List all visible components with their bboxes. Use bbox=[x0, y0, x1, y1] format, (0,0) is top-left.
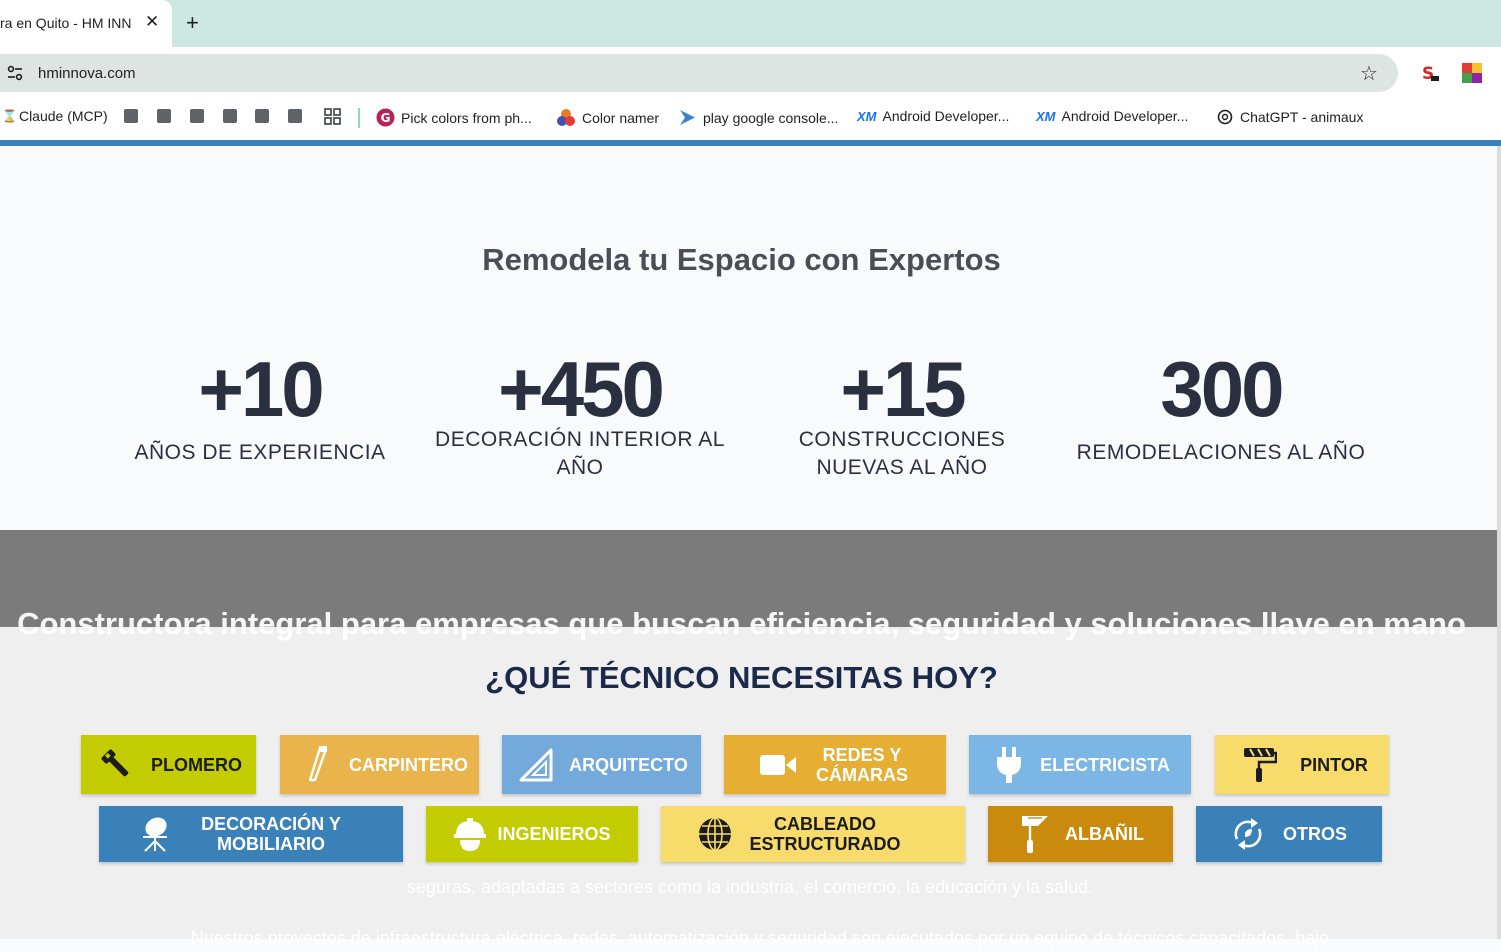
bookmark-color-namer[interactable]: Color namer bbox=[556, 108, 659, 127]
tab-close-button[interactable]: ✕ bbox=[145, 12, 159, 32]
button-label: OTROS bbox=[1282, 824, 1347, 844]
stats-section: Remodela tu Espacio con Expertos +10 AÑO… bbox=[0, 146, 1501, 530]
address-bar[interactable]: hminnova.com ☆ bbox=[0, 54, 1398, 92]
albanil-button[interactable]: ALBAÑIL bbox=[988, 806, 1173, 862]
stat-label: AÑOS DE EXPERIENCIA bbox=[134, 441, 386, 464]
stat-label: CONSTRUCCIONES NUEVAS AL AÑO bbox=[798, 428, 1006, 479]
background-section-heading: Constructora integral para empresas que … bbox=[17, 606, 1466, 641]
set-square-icon bbox=[516, 745, 556, 785]
browser-toolbar: hminnova.com ☆ bbox=[0, 47, 1501, 99]
otros-button[interactable]: OTROS bbox=[1196, 806, 1382, 862]
bookmark-label: play google console... bbox=[703, 109, 839, 126]
bookmark-label: Color namer bbox=[582, 109, 660, 126]
trowel-icon bbox=[1014, 814, 1054, 854]
button-label: INGENIEROS bbox=[497, 824, 611, 844]
stat-number: 300 bbox=[1160, 345, 1284, 433]
button-label: CARPINTERO bbox=[348, 754, 468, 775]
bookmark-label: Claude (MCP) bbox=[18, 108, 108, 124]
stat-remodeling: 300 REMODELACIONES AL AÑO bbox=[1056, 346, 1386, 467]
plomero-button[interactable]: PLOMERO bbox=[81, 735, 256, 794]
hard-hat-icon bbox=[450, 814, 490, 854]
pintor-button[interactable]: PINTOR bbox=[1215, 735, 1389, 794]
bookmark-separator bbox=[358, 108, 360, 128]
button-label: CABLEADO ESTRUCTURADO bbox=[749, 814, 901, 854]
bookmark-label: Android Developer... bbox=[1061, 108, 1189, 124]
bookmark-label: Pick colors from ph... bbox=[401, 109, 532, 126]
bookmark-folder-icon[interactable] bbox=[255, 109, 269, 123]
stat-decoration: +450 DECORACIÓN INTERIOR AL AÑO bbox=[415, 346, 745, 482]
xm-logo-icon: XM bbox=[1036, 108, 1056, 124]
url-text: hminnova.com bbox=[38, 65, 136, 82]
g-logo-icon: G bbox=[376, 108, 395, 127]
bookmark-folder-icon[interactable] bbox=[190, 109, 204, 123]
apps-grid-icon[interactable] bbox=[324, 108, 341, 125]
xm-logo-icon: XM bbox=[857, 108, 877, 124]
stat-construction: +15 CONSTRUCCIONES NUEVAS AL AÑO bbox=[737, 346, 1067, 482]
redes-camaras-button[interactable]: REDES Y CÁMARAS bbox=[724, 735, 946, 794]
button-label: DECORACIÓN Y MOBILIARIO bbox=[201, 814, 341, 854]
bookmark-play-console[interactable]: play google console... bbox=[678, 108, 838, 127]
stat-number: +15 bbox=[840, 345, 966, 433]
site-settings-icon[interactable] bbox=[6, 64, 24, 82]
cableado-estructurado-button[interactable]: CABLEADO ESTRUCTURADO bbox=[661, 806, 965, 862]
tab-strip: ra en Quito - HM INNOVA ✕ + bbox=[0, 0, 1501, 47]
bookmark-claude[interactable]: ⌛ Claude (MCP) bbox=[2, 108, 108, 124]
arquitecto-button[interactable]: ARQUITECTO bbox=[502, 735, 701, 794]
bookmarks-bar: ⌛ Claude (MCP) G Pick colors from ph... … bbox=[0, 99, 1501, 140]
hourglass-icon: ⌛ bbox=[2, 109, 17, 123]
stat-label: DECORACIÓN INTERIOR AL AÑO bbox=[435, 428, 725, 479]
chair-icon bbox=[135, 814, 175, 854]
video-camera-icon bbox=[758, 745, 798, 785]
stat-number: +10 bbox=[198, 345, 324, 433]
wrench-icon bbox=[97, 745, 137, 785]
saw-icon bbox=[298, 745, 338, 785]
button-label: PLOMERO bbox=[150, 754, 242, 775]
ingenieros-button[interactable]: INGENIEROS bbox=[426, 806, 638, 862]
button-label: ARQUITECTO bbox=[569, 754, 688, 775]
bookmark-folder-icon[interactable] bbox=[124, 109, 138, 123]
recycle-icon bbox=[1228, 814, 1268, 854]
svg-text:G: G bbox=[381, 111, 391, 125]
globe-icon bbox=[695, 814, 735, 854]
bookmark-label: Android Developer... bbox=[882, 108, 1010, 124]
stat-years: +10 AÑOS DE EXPERIENCIA bbox=[95, 346, 425, 467]
decoracion-mobiliario-button[interactable]: DECORACIÓN Y MOBILIARIO bbox=[99, 806, 403, 862]
technician-title: ¿QUÉ TÉCNICO NECESITAS HOY? bbox=[485, 660, 998, 695]
button-label: PINTOR bbox=[1300, 754, 1368, 775]
bookmark-folder-icon[interactable] bbox=[288, 109, 302, 123]
bookmark-chatgpt[interactable]: ChatGPT - animaux bbox=[1216, 108, 1363, 126]
plug-icon bbox=[989, 745, 1029, 785]
bookmark-label: ChatGPT - animaux bbox=[1240, 109, 1364, 125]
browser-tab[interactable]: ra en Quito - HM INNOVA ✕ bbox=[0, 0, 172, 47]
bookmark-pick-colors[interactable]: G Pick colors from ph... bbox=[376, 108, 532, 127]
color-extension-icon[interactable] bbox=[1462, 63, 1482, 83]
stat-label: REMODELACIONES AL AÑO bbox=[1076, 441, 1366, 464]
background-paragraph: seguras, adaptadas a sectores como la in… bbox=[406, 877, 1094, 897]
tab-title: ra en Quito - HM INNOVA bbox=[0, 15, 132, 31]
bookmark-android-dev-2[interactable]: XM Android Developer... bbox=[1036, 108, 1188, 124]
page-scrollbar-track[interactable] bbox=[1497, 146, 1501, 939]
bookmark-star-icon[interactable]: ☆ bbox=[1360, 61, 1378, 86]
electricista-button[interactable]: ELECTRICISTA bbox=[969, 735, 1191, 794]
carpintero-button[interactable]: CARPINTERO bbox=[280, 735, 479, 794]
seo-extension-icon[interactable]: S bbox=[1419, 62, 1441, 84]
bookmark-folder-icon[interactable] bbox=[157, 109, 171, 123]
new-tab-button[interactable]: + bbox=[186, 10, 199, 36]
bookmark-folder-icon[interactable] bbox=[223, 109, 237, 123]
chatgpt-logo-icon bbox=[1217, 109, 1233, 125]
button-label: REDES Y CÁMARAS bbox=[816, 744, 908, 785]
play-console-icon bbox=[680, 110, 695, 125]
paint-roller-icon bbox=[1239, 745, 1279, 785]
stat-number: +450 bbox=[498, 345, 665, 433]
button-label: ALBAÑIL bbox=[1065, 824, 1144, 844]
color-circles-icon bbox=[557, 109, 575, 126]
button-label: ELECTRICISTA bbox=[1040, 754, 1170, 775]
bookmark-android-dev-1[interactable]: XM Android Developer... bbox=[857, 108, 1009, 124]
stats-title: Remodela tu Espacio con Expertos bbox=[482, 242, 1001, 277]
